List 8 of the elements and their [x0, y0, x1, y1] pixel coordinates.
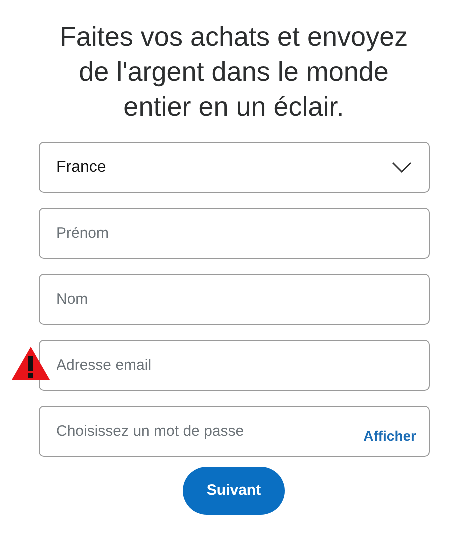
- input-field[interactable]: Adresse email: [38, 340, 430, 391]
- input-field[interactable]: Nom: [38, 274, 430, 325]
- country-select[interactable]: France: [38, 142, 430, 193]
- show-password-link[interactable]: Afficher: [364, 426, 416, 447]
- page-heading: Faites vos achats et envoyez de l'argent dans le monde entier en un éclair.: [58, 21, 410, 124]
- next-button[interactable]: Suivant: [183, 467, 285, 515]
- chevron-down-icon: [392, 162, 412, 173]
- input-field[interactable]: Prénom: [38, 208, 430, 259]
